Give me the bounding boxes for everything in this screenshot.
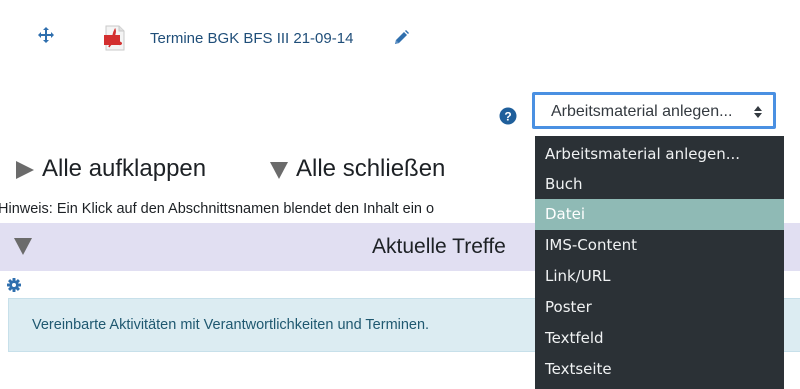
dropdown-option[interactable]: Textseite xyxy=(535,354,784,385)
expand-all-label: Alle aufklappen xyxy=(42,155,207,182)
triangle-right-icon xyxy=(16,160,34,179)
expand-all-link[interactable]: Alle aufklappen xyxy=(14,155,206,183)
activity-type-select[interactable]: Arbeitsmaterial anlegen... xyxy=(532,92,776,129)
dropdown-option[interactable]: Poster xyxy=(535,292,784,323)
dropdown-option[interactable]: Buch xyxy=(535,169,784,200)
gear-icon[interactable] xyxy=(7,278,21,292)
dropdown-option[interactable]: Link/URL xyxy=(535,261,784,292)
svg-text:?: ? xyxy=(504,110,511,124)
dropdown-option[interactable]: Arbeitsmaterial anlegen... xyxy=(535,139,784,170)
edit-pencil-icon[interactable] xyxy=(392,29,410,47)
help-icon[interactable]: ? xyxy=(499,107,517,125)
dropdown-option[interactable]: Textfeld xyxy=(535,323,784,354)
collapse-all-label: Alle schließen xyxy=(296,155,446,182)
pdf-file-icon[interactable] xyxy=(104,25,126,51)
select-current-value: Arbeitsmaterial anlegen... xyxy=(551,103,733,120)
collapse-all-link[interactable]: Alle schließen xyxy=(268,155,445,183)
activity-dropdown-list[interactable]: Arbeitsmaterial anlegen... Buch Datei IM… xyxy=(535,136,784,389)
hint-text: Hinweis: Ein Klick auf den Abschnittsnam… xyxy=(0,201,435,217)
move-icon[interactable] xyxy=(38,27,54,43)
dropdown-option[interactable]: IMS-Content xyxy=(535,230,784,261)
section-collapse-icon[interactable] xyxy=(14,236,32,256)
select-arrows-icon xyxy=(754,106,762,118)
triangle-down-icon xyxy=(270,161,288,179)
info-text: Vereinbarte Aktivitäten mit Verantwortli… xyxy=(32,317,430,333)
file-link[interactable]: Termine BGK BFS III 21-09-14 xyxy=(150,30,353,47)
dropdown-option-highlighted[interactable]: Datei xyxy=(535,199,784,230)
section-title[interactable]: Aktuelle Treffe xyxy=(372,235,506,259)
